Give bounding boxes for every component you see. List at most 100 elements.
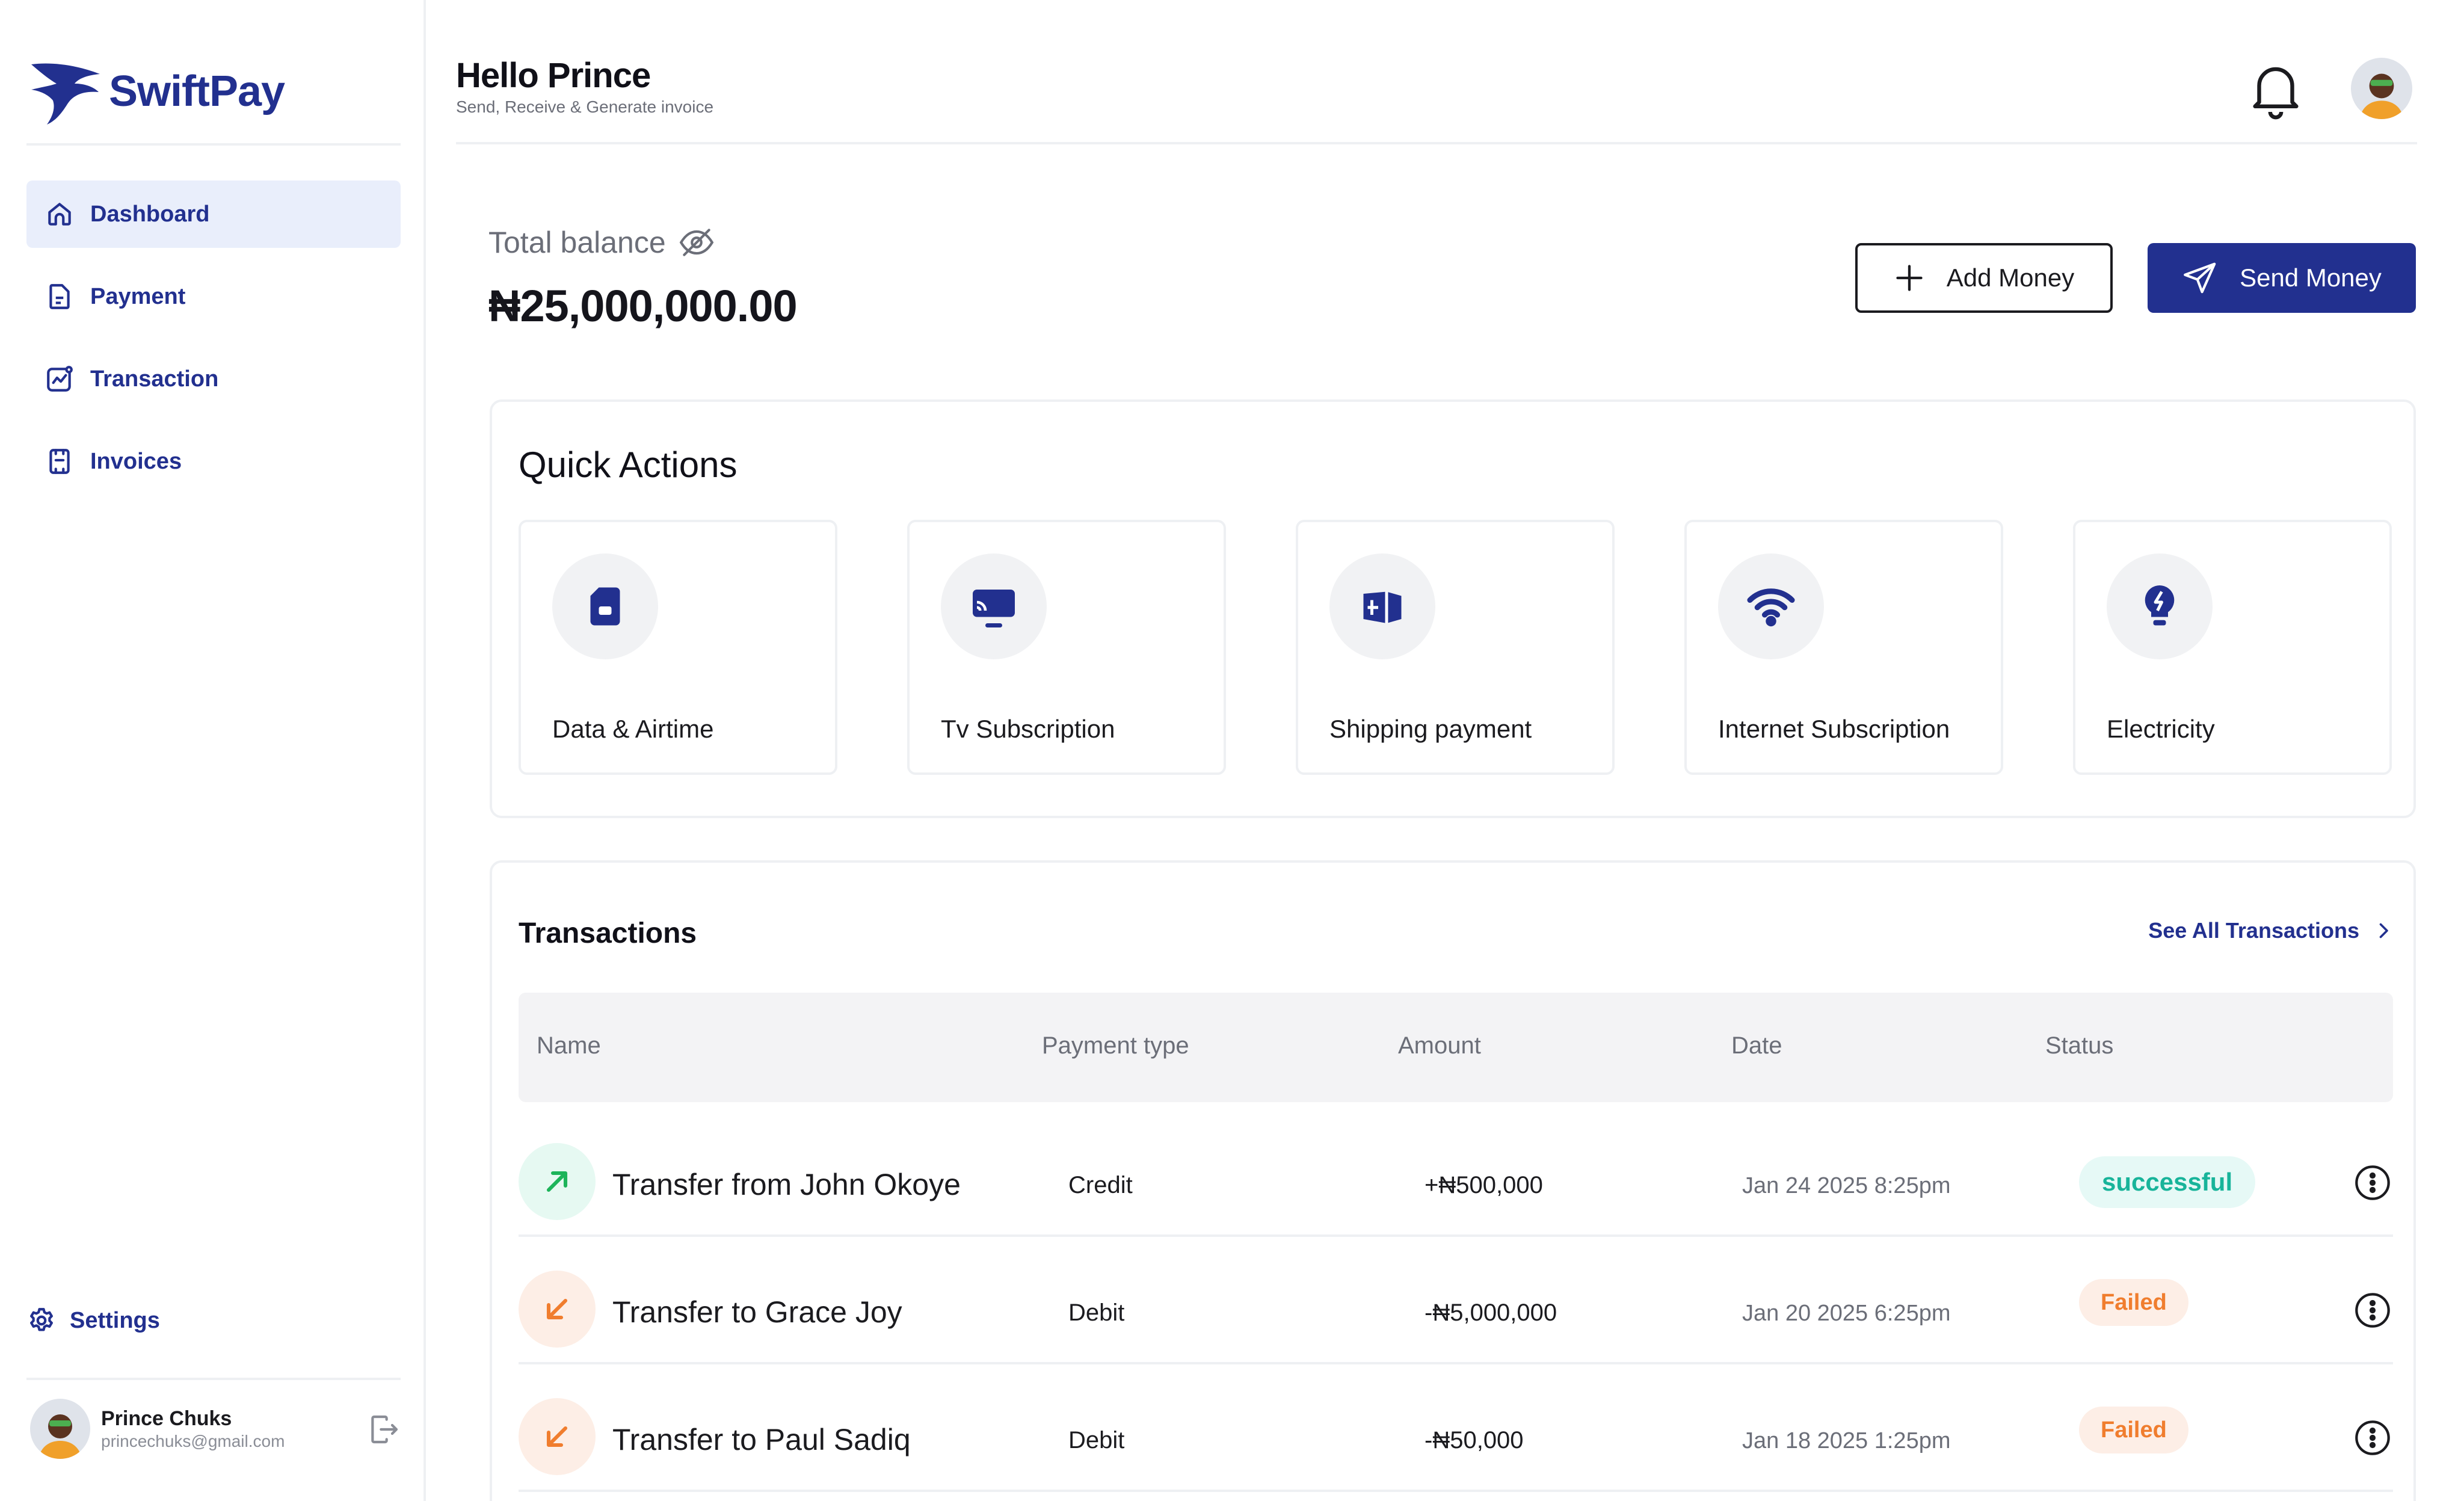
logout-icon[interactable] xyxy=(367,1413,401,1446)
sidebar-divider xyxy=(26,1378,401,1380)
quick-action-internet-subscription[interactable]: Internet Subscription xyxy=(1684,520,2003,775)
sidebar-item-payment[interactable]: Payment xyxy=(26,263,401,330)
transaction-type: Debit xyxy=(1068,1427,1125,1453)
wifi-icon xyxy=(1747,588,1795,627)
arrow-up-right-icon xyxy=(546,1171,568,1192)
table-row[interactable]: Transfer to Grace Joy Debit -₦5,000,000 … xyxy=(519,1237,2393,1364)
chevron-right-icon xyxy=(2379,923,2388,939)
page-subtitle: Send, Receive & Generate invoice xyxy=(456,97,714,116)
quick-action-icon-wrap xyxy=(1718,553,1824,659)
page-title: Hello Prince xyxy=(456,56,651,95)
quick-action-icon-wrap xyxy=(1329,553,1435,659)
sidebar-divider xyxy=(26,143,401,146)
transaction-type: Debit xyxy=(1068,1299,1125,1326)
table-row[interactable]: Transfer from John Okoye Credit +₦500,00… xyxy=(519,1109,2393,1237)
send-icon xyxy=(2184,262,2216,294)
more-options-icon[interactable] xyxy=(2353,1419,2392,1457)
tv-icon xyxy=(973,590,1015,627)
transaction-name: Transfer to Paul Sadiq xyxy=(612,1423,911,1456)
quick-action-electricity[interactable]: Electricity xyxy=(2073,520,2392,775)
quick-action-label: Electricity xyxy=(2107,715,2215,743)
status-badge: Failed xyxy=(2079,1279,2188,1326)
quick-action-label: Internet Subscription xyxy=(1718,715,1950,743)
sim-card-icon xyxy=(590,587,620,626)
see-all-transactions-link[interactable]: See All Transactions xyxy=(2148,918,2394,943)
eye-off-icon[interactable] xyxy=(678,224,715,261)
more-options-icon[interactable] xyxy=(2353,1291,2392,1330)
sidebar-item-transaction[interactable]: Transaction xyxy=(26,345,401,413)
quick-action-icon-wrap xyxy=(2107,553,2213,659)
status-badge: successful xyxy=(2079,1156,2256,1208)
swallow-logo-icon xyxy=(31,63,100,125)
transaction-name: Transfer from John Okoye xyxy=(612,1168,961,1201)
chart-icon xyxy=(47,366,73,392)
quick-action-shipping-payment[interactable]: Shipping payment xyxy=(1296,520,1615,775)
quick-action-icon-wrap xyxy=(552,553,658,659)
column-header-payment-type: Payment type xyxy=(1042,1032,1189,1059)
add-money-button[interactable]: Add Money xyxy=(1855,243,2113,313)
table-header: Name Payment type Amount Date Status xyxy=(519,993,2393,1102)
gear-icon xyxy=(30,1308,53,1331)
sidebar-item-label: Payment xyxy=(90,283,186,309)
user-avatar-icon xyxy=(2351,58,2412,119)
quick-actions-card: Quick Actions Data & Airtime Tv Subscrip… xyxy=(490,399,2416,818)
user-profile[interactable]: Prince Chuks princechuks@gmail.com xyxy=(30,1396,401,1462)
status-badge: Failed xyxy=(2079,1407,2188,1453)
transaction-date: Jan 18 2025 1:25pm xyxy=(1742,1428,1951,1453)
transaction-name: Transfer to Grace Joy xyxy=(612,1295,902,1329)
sidebar-item-settings[interactable]: Settings xyxy=(26,1305,160,1336)
document-icon xyxy=(49,284,70,309)
column-header-amount: Amount xyxy=(1398,1032,1481,1059)
brand-logo[interactable]: SwiftPay xyxy=(26,55,285,128)
quick-actions-grid: Data & Airtime Tv Subscription Shipping … xyxy=(519,520,2392,775)
table-row[interactable]: Transfer to Paul Sadiq Debit -₦50,000 Ja… xyxy=(519,1364,2393,1492)
balance-label: Total balance xyxy=(488,226,666,259)
quick-action-tv-subscription[interactable]: Tv Subscription xyxy=(907,520,1226,775)
user-avatar-icon xyxy=(30,1399,90,1459)
header-avatar[interactable] xyxy=(2351,58,2412,119)
top-header: Hello Prince Send, Receive & Generate in… xyxy=(456,0,2417,144)
arrow-down-left-icon xyxy=(546,1426,568,1447)
package-icon xyxy=(1363,591,1402,623)
quick-action-label: Tv Subscription xyxy=(941,715,1115,743)
column-header-date: Date xyxy=(1731,1032,1782,1059)
see-all-label: See All Transactions xyxy=(2148,918,2359,943)
quick-actions-title: Quick Actions xyxy=(519,445,738,485)
sidebar: SwiftPay Dashboard Payment Transaction I… xyxy=(0,0,426,1501)
transaction-amount: -₦5,000,000 xyxy=(1424,1299,1557,1326)
invoice-icon xyxy=(49,449,70,474)
bell-icon[interactable] xyxy=(2243,55,2309,122)
home-icon xyxy=(48,203,71,226)
transaction-type: Credit xyxy=(1068,1172,1133,1198)
transaction-date: Jan 20 2025 6:25pm xyxy=(1742,1301,1951,1326)
quick-action-label: Shipping payment xyxy=(1329,715,1532,743)
sidebar-item-dashboard[interactable]: Dashboard xyxy=(26,180,401,248)
user-email: princechuks@gmail.com xyxy=(101,1431,285,1450)
more-options-icon[interactable] xyxy=(2353,1164,2392,1202)
avatar xyxy=(30,1399,90,1459)
arrow-down-left-icon xyxy=(546,1298,568,1320)
send-money-label: Send Money xyxy=(2240,264,2382,292)
balance-amount: ₦25,000,000.00 xyxy=(488,281,798,331)
user-info: Prince Chuks princechuks@gmail.com xyxy=(101,1407,285,1451)
bulb-icon xyxy=(2145,585,2175,626)
sidebar-nav: Dashboard Payment Transaction Invoices xyxy=(26,180,401,510)
transactions-card: Transactions See All Transactions Name P… xyxy=(490,860,2416,1501)
add-money-label: Add Money xyxy=(1946,264,2075,292)
sidebar-item-label: Transaction xyxy=(90,366,219,392)
quick-action-data-airtime[interactable]: Data & Airtime xyxy=(519,520,837,775)
outgoing-indicator xyxy=(519,1271,596,1348)
quick-action-icon-wrap xyxy=(941,553,1047,659)
quick-action-label: Data & Airtime xyxy=(552,715,714,743)
incoming-indicator xyxy=(519,1143,596,1220)
balance-label-row: Total balance xyxy=(488,224,715,261)
transaction-amount: +₦500,000 xyxy=(1424,1172,1543,1198)
brand-name: SwiftPay xyxy=(109,67,285,116)
sidebar-item-label: Dashboard xyxy=(90,201,210,227)
transactions-title: Transactions xyxy=(519,917,697,949)
send-money-button[interactable]: Send Money xyxy=(2148,243,2416,313)
sidebar-item-invoices[interactable]: Invoices xyxy=(26,428,401,495)
transaction-date: Jan 24 2025 8:25pm xyxy=(1742,1173,1951,1198)
transaction-amount: -₦50,000 xyxy=(1424,1427,1524,1453)
outgoing-indicator xyxy=(519,1398,596,1475)
